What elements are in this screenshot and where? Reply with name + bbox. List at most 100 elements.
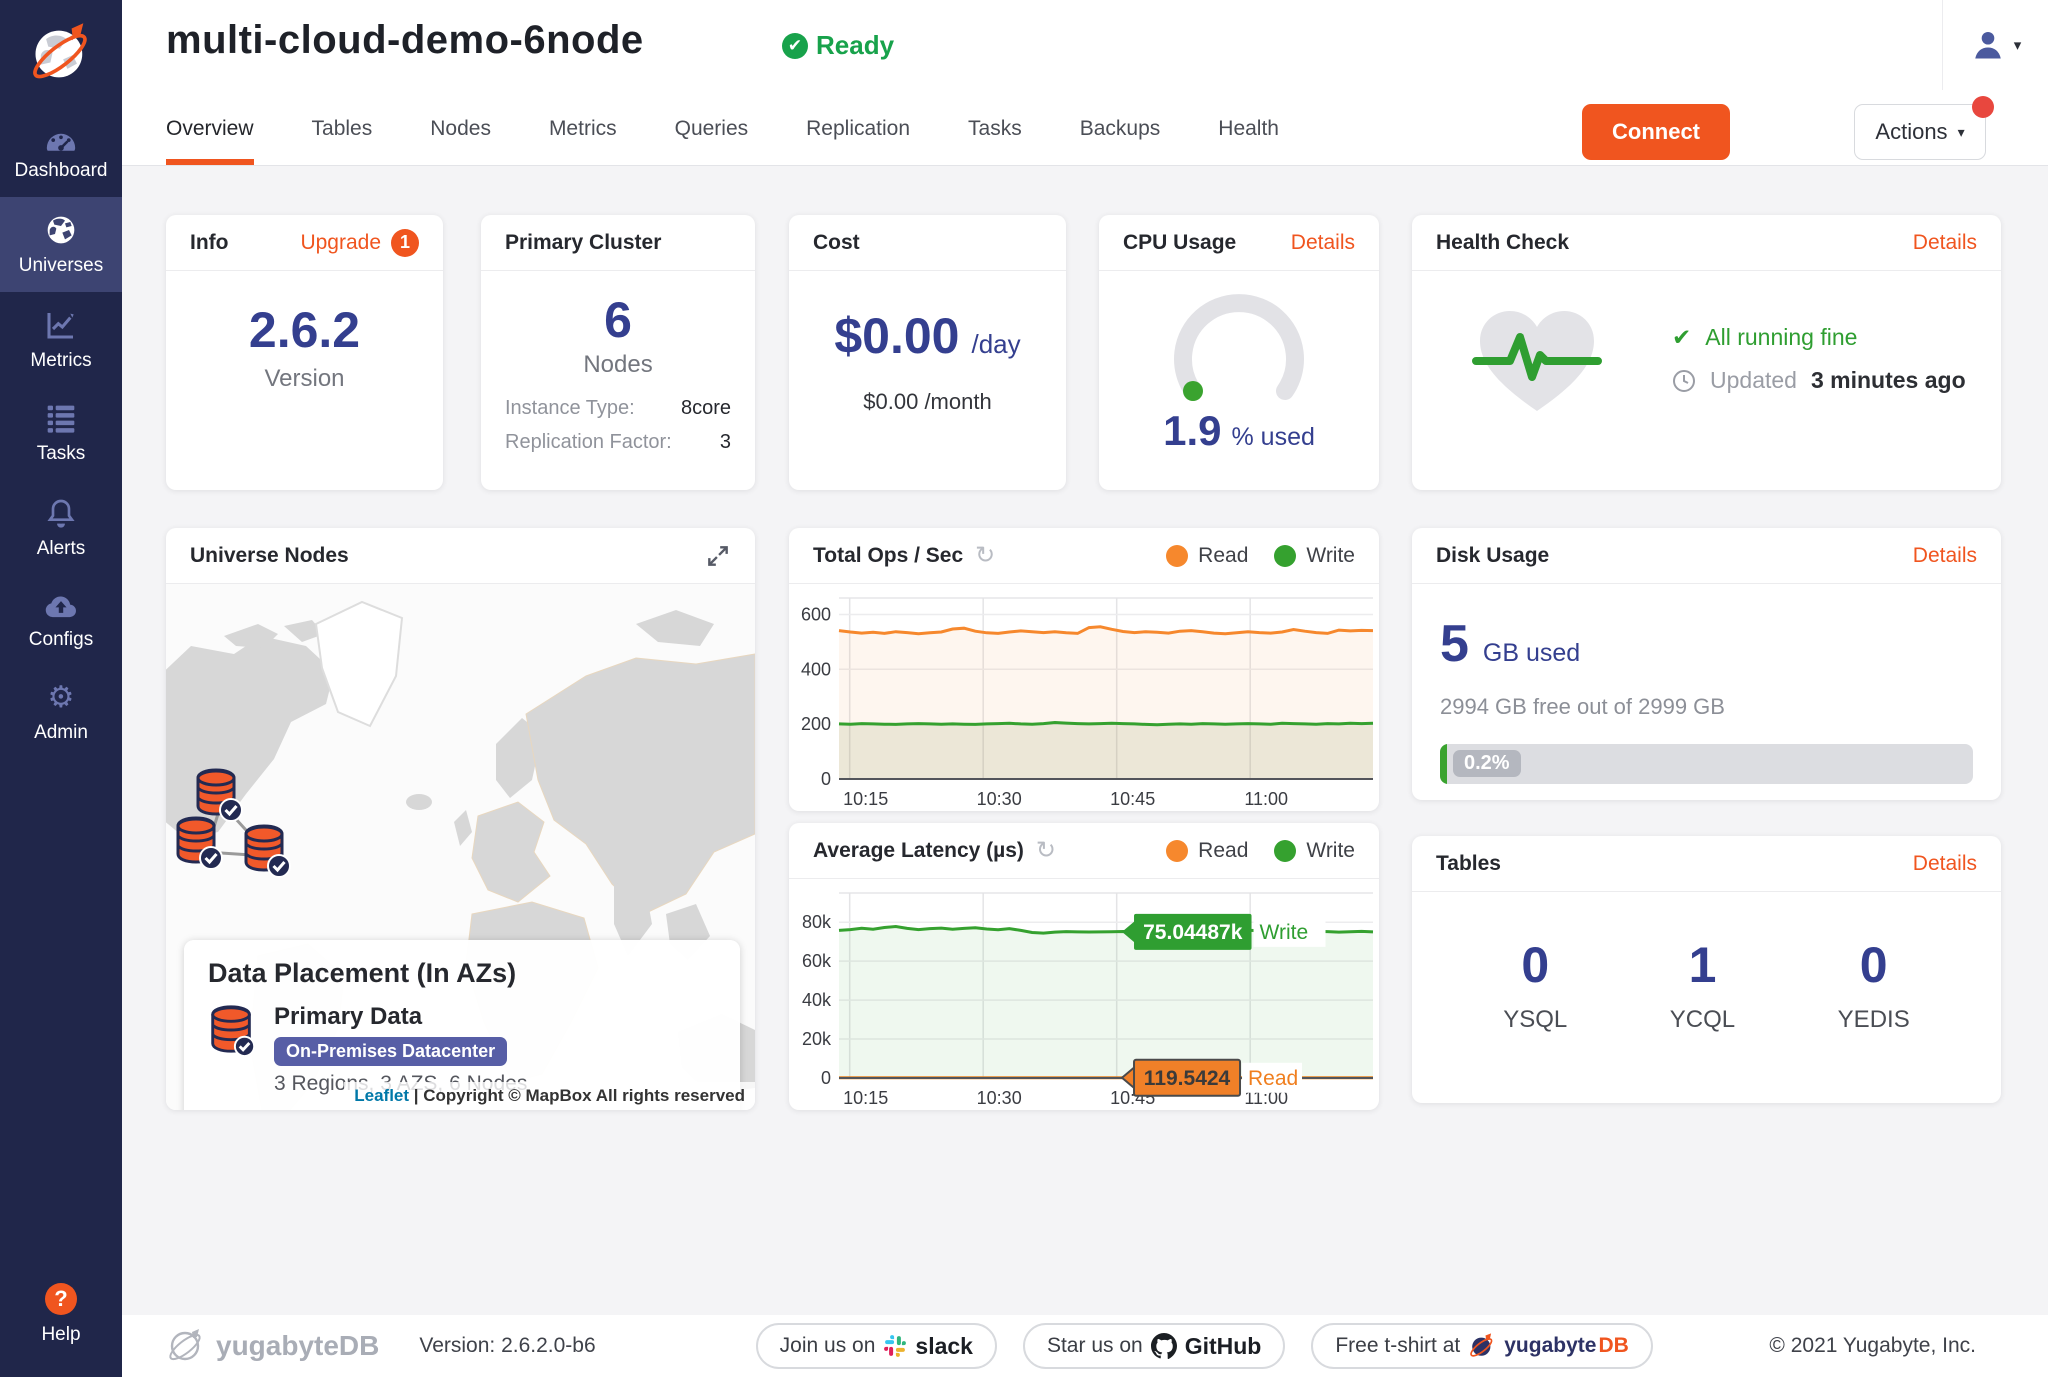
tab-replication[interactable]: Replication xyxy=(806,115,910,165)
cost-per-unit: /day xyxy=(971,329,1020,360)
tables-details-link[interactable]: Details xyxy=(1913,852,1977,876)
github-name: GitHub xyxy=(1185,1333,1262,1360)
avg-latency-card: Average Latency (µs) ↻ Read Write 10:151… xyxy=(789,823,1379,1110)
health-details-link[interactable]: Details xyxy=(1913,231,1977,255)
actions-label: Actions xyxy=(1875,119,1947,145)
node-marker xyxy=(178,818,222,869)
tab-overview[interactable]: Overview xyxy=(166,115,254,165)
sidebar-item-label: Admin xyxy=(34,722,88,744)
kv-value: 3 xyxy=(720,431,731,454)
cost-per-day: $0.00 xyxy=(834,311,959,361)
clock-icon xyxy=(1672,369,1696,393)
upgrade-count-badge: 1 xyxy=(391,229,419,257)
disk-used-unit: GB used xyxy=(1483,639,1580,668)
svg-text:10:15: 10:15 xyxy=(843,789,888,809)
legend-label: Write xyxy=(1306,839,1355,863)
connect-button[interactable]: Connect xyxy=(1582,104,1730,160)
svg-text:10:15: 10:15 xyxy=(843,1088,888,1108)
list-icon xyxy=(45,404,77,434)
sidebar-item-admin[interactable]: ⚙ Admin xyxy=(0,666,122,759)
heartbeat-icon xyxy=(1472,299,1602,419)
actions-button[interactable]: Actions ▾ xyxy=(1854,104,1986,160)
node-marker xyxy=(246,826,290,877)
refresh-icon[interactable]: ↻ xyxy=(975,541,995,570)
footer-copyright: © 2021 Yugabyte, Inc. xyxy=(1769,1334,1976,1358)
github-button[interactable]: Star us on GitHub xyxy=(1023,1323,1285,1369)
write-legend-dot xyxy=(1274,840,1296,862)
check-icon: ✔ xyxy=(1672,324,1691,351)
disk-details-link[interactable]: Details xyxy=(1913,544,1977,568)
gear-icon: ⚙ xyxy=(48,683,75,713)
attribution-text: | Copyright © MapBox All rights reserved xyxy=(414,1086,745,1105)
tab-metrics[interactable]: Metrics xyxy=(549,115,617,165)
expand-icon[interactable] xyxy=(705,543,731,569)
footer: yugabyteDB Version: 2.6.2.0-b6 Join us o… xyxy=(122,1315,2048,1377)
svg-text:600: 600 xyxy=(801,604,831,624)
sidebar-item-alerts[interactable]: Alerts xyxy=(0,480,122,575)
sidebar-item-configs[interactable]: Configs xyxy=(0,575,122,666)
updated-value: 3 minutes ago xyxy=(1811,367,1966,394)
primary-data-title: Primary Data xyxy=(274,1003,527,1031)
yugabyte-planet-logo[interactable] xyxy=(0,0,122,108)
svg-text:10:30: 10:30 xyxy=(977,1088,1022,1108)
sidebar-item-metrics[interactable]: Metrics xyxy=(0,292,122,387)
world-map[interactable]: Data Placement (In AZs) Primary Data On-… xyxy=(166,584,755,1110)
user-avatar-icon xyxy=(1970,27,2006,63)
tab-backups[interactable]: Backups xyxy=(1080,115,1161,165)
disk-usage-fill xyxy=(1440,744,1447,784)
sidebar-item-universes[interactable]: Universes xyxy=(0,197,122,292)
instance-type-row: Instance Type: 8core xyxy=(505,397,731,420)
universe-title: multi-cloud-demo-6node xyxy=(166,18,644,63)
svg-text:Write: Write xyxy=(1260,921,1309,944)
legend-label: Read xyxy=(1198,839,1248,863)
question-icon: ? xyxy=(45,1283,77,1315)
sidebar-item-tasks[interactable]: Tasks xyxy=(0,387,122,480)
read-legend-dot xyxy=(1166,840,1188,862)
cost-card: Cost $0.00 /day $0.00 /month xyxy=(789,215,1066,490)
sidebar-item-help[interactable]: ? Help xyxy=(0,1266,122,1361)
tshirt-button[interactable]: Free t-shirt at yugabyteDB xyxy=(1311,1323,1652,1369)
planet-rocket-icon xyxy=(27,20,95,88)
leaflet-link[interactable]: Leaflet xyxy=(354,1086,409,1105)
slack-button[interactable]: Join us on slack xyxy=(756,1323,997,1369)
cpu-details-link[interactable]: Details xyxy=(1291,231,1355,255)
ops-chart: 10:1510:3010:4511:000200400600 xyxy=(789,584,1379,816)
tab-tasks[interactable]: Tasks xyxy=(968,115,1022,165)
sidebar-item-dashboard[interactable]: Dashboard xyxy=(0,108,122,197)
upgrade-link[interactable]: Upgrade 1 xyxy=(300,229,419,257)
tab-health[interactable]: Health xyxy=(1218,115,1279,165)
tab-queries[interactable]: Queries xyxy=(675,115,749,165)
tab-tables[interactable]: Tables xyxy=(312,115,373,165)
updated-label: Updated xyxy=(1710,367,1797,394)
tshirt-prefix: Free t-shirt at xyxy=(1335,1334,1460,1358)
info-card: Info Upgrade 1 2.6.2 Version xyxy=(166,215,443,490)
slack-prefix: Join us on xyxy=(780,1334,876,1358)
tab-bar: Overview Tables Nodes Metrics Queries Re… xyxy=(166,115,1279,165)
node-count: 6 xyxy=(604,295,632,345)
svg-text:10:45: 10:45 xyxy=(1110,789,1155,809)
sidebar-item-label: Configs xyxy=(29,629,93,651)
slack-icon xyxy=(883,1334,907,1358)
status-badge: ✔ Ready xyxy=(782,30,894,61)
svg-text:20k: 20k xyxy=(802,1029,832,1049)
sidebar-item-label: Alerts xyxy=(37,538,86,560)
kv-value: 8core xyxy=(681,397,731,420)
refresh-icon[interactable]: ↻ xyxy=(1036,836,1056,865)
node-marker xyxy=(198,770,242,821)
kv-label: Instance Type: xyxy=(505,397,635,420)
chart-legend: Read Write xyxy=(1166,839,1355,863)
svg-text:80k: 80k xyxy=(802,912,832,932)
health-updated-line: Updated 3 minutes ago xyxy=(1672,367,1966,394)
disk-free-text: 2994 GB free out of 2999 GB xyxy=(1440,694,1973,720)
gauge-icon xyxy=(44,125,78,151)
primary-db-icon xyxy=(208,1003,256,1057)
read-legend-dot xyxy=(1166,545,1188,567)
tshirt-brand-b: DB xyxy=(1598,1334,1628,1358)
count-label: YCQL xyxy=(1670,1006,1735,1034)
health-check-card: Health Check Details ✔ All running fine xyxy=(1412,215,2001,490)
upgrade-label: Upgrade xyxy=(300,231,381,255)
tab-nodes[interactable]: Nodes xyxy=(430,115,491,165)
user-menu[interactable]: ▾ xyxy=(1942,0,2048,90)
app-window: Dashboard Universes Metrics xyxy=(0,0,2048,1377)
cpu-percent: 1.9 xyxy=(1163,407,1221,455)
